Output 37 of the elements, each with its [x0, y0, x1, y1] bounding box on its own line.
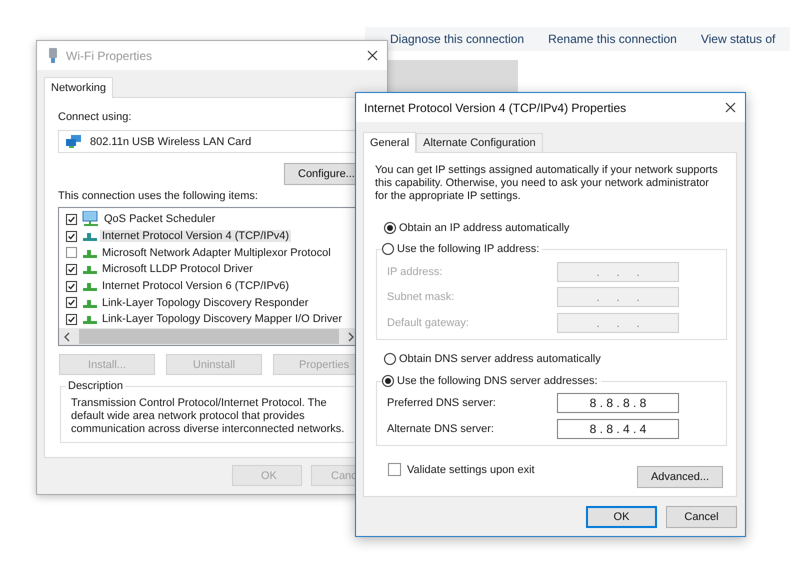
dialog-button[interactable]: OK [586, 506, 657, 528]
radio-label: Obtain an IP address automatically [399, 222, 570, 234]
description-text: Transmission Control Protocol/Internet Protocol. The default wide area network protocol that provides communication across diverse interconnected networks. [71, 397, 346, 436]
dialog-button[interactable]: Cancel [666, 506, 737, 528]
field-label: Subnet mask: [387, 291, 456, 304]
field-label: Alternate DNS server: [387, 422, 495, 435]
field-label: Preferred DNS server: [387, 397, 497, 410]
command-link[interactable]: Diagnose this connection [390, 32, 524, 46]
command-link[interactable]: View status of [700, 32, 776, 46]
tab[interactable]: Alternate Configuration [416, 133, 543, 152]
checkbox-label: Validate settings upon exit [407, 464, 535, 476]
field-label: IP address: [387, 266, 444, 278]
list-item[interactable]: Link-Layer Topology Discovery Responder [100, 296, 310, 309]
adapter-name: 802.11n USB Wireless LAN Card [90, 136, 252, 148]
radio-label: Use the following IP address: [397, 243, 540, 255]
list-item[interactable]: Link-Layer Topology Discovery Mapper I/O Driver [100, 313, 344, 326]
ip-address-field[interactable]: 8 . 8 . 8 . 8 [557, 393, 679, 414]
list-item[interactable]: Microsoft LLDP Protocol Driver [100, 263, 255, 276]
list-item[interactable]: Internet Protocol Version 6 (TCP/IPv6) [100, 280, 292, 292]
label: Connect using: [58, 110, 132, 124]
window-title: Wi-Fi Properties [66, 48, 152, 62]
list-item[interactable]: Internet Protocol Version 4 (TCP/IPv4) [100, 230, 292, 242]
list-item[interactable]: Microsoft Network Adapter Multiplexor Protocol [100, 246, 333, 259]
list-item[interactable]: QoS Packet Scheduler [102, 213, 218, 226]
configure-button[interactable]: Configure... [284, 163, 355, 185]
ip-address-field[interactable]: 8 . 8 . 4 . 4 [557, 418, 679, 439]
command-link[interactable]: Rename this connection [548, 32, 677, 46]
advanced-button[interactable]: Advanced... [637, 466, 723, 488]
field-label: Default gateway: [387, 316, 470, 329]
radio-label: Use the following DNS server addresses: [397, 374, 598, 386]
label: This connection uses the following items: [58, 189, 258, 203]
window-title: Internet Protocol Version 4 (TCP/IPv4) Properties [364, 100, 626, 114]
tab[interactable]: General [363, 132, 416, 153]
radio-label: Obtain DNS server address automatically [399, 352, 601, 364]
intro-text: You can get IP settings assigned automatically if your network supports this capability. Otherwise, you need to ask your network administrator for the appropriate IP settings. [375, 164, 719, 203]
tab[interactable]: Networking [44, 77, 114, 98]
group-label: Description [66, 380, 126, 392]
